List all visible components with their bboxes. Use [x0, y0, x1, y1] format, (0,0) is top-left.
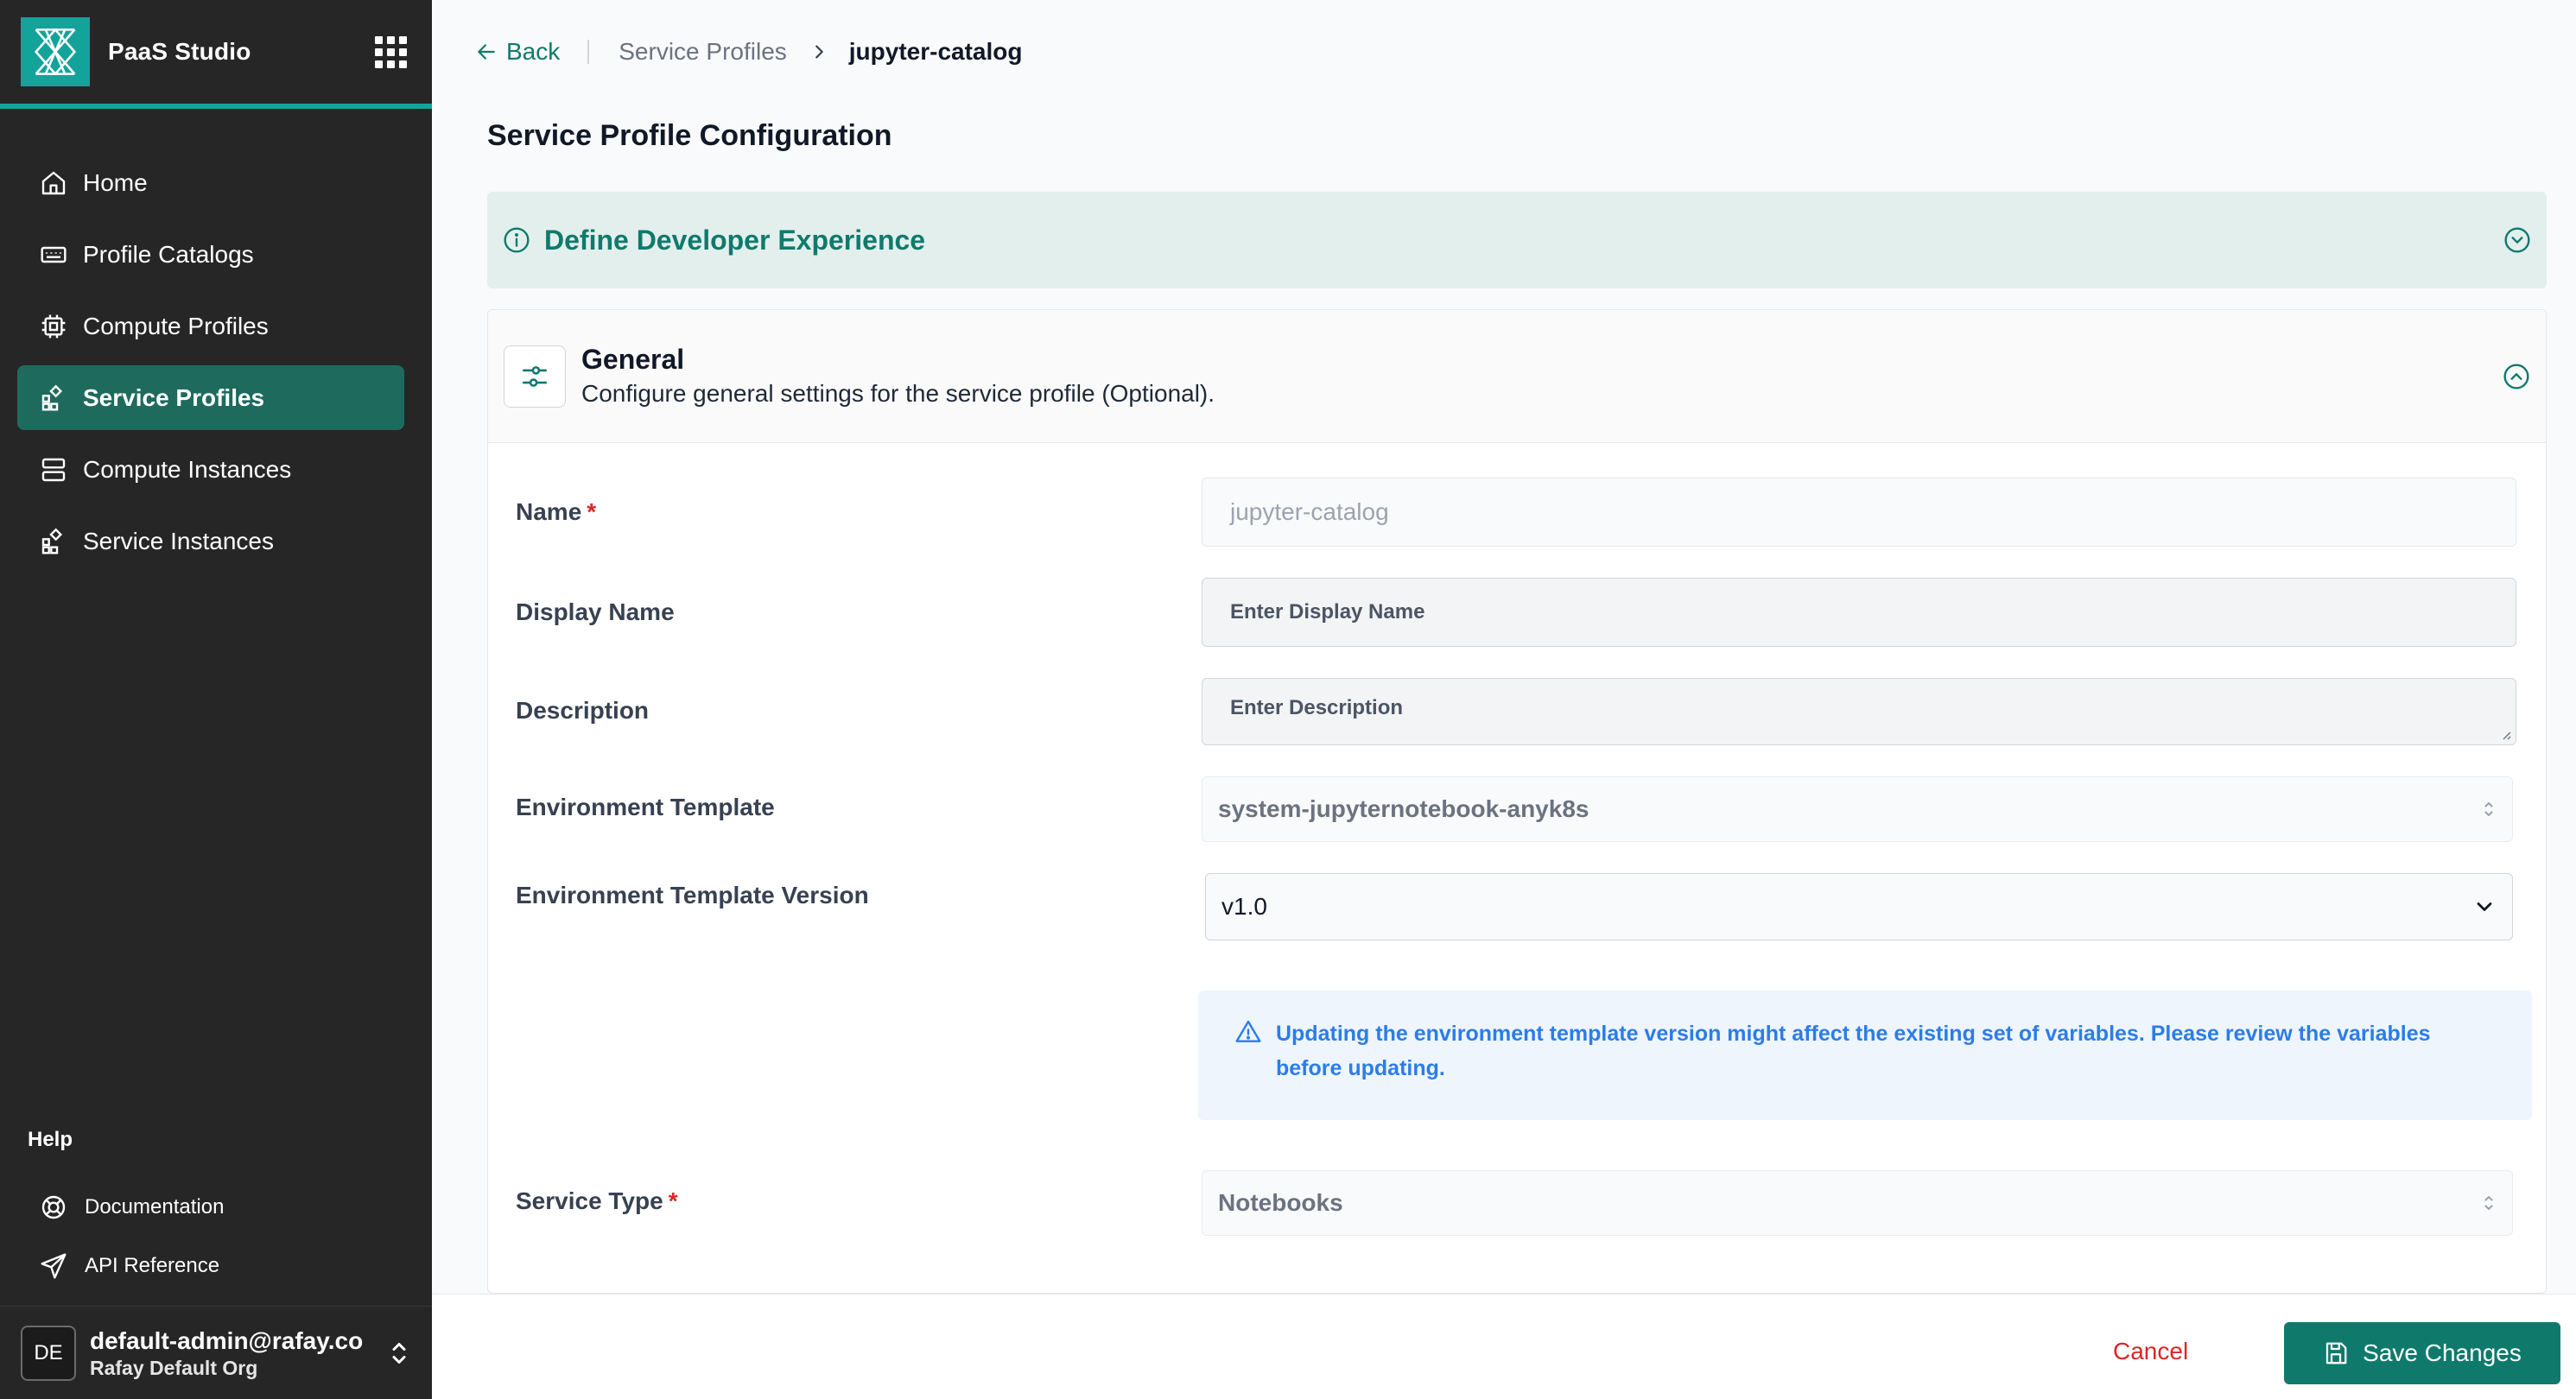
help-item-label: Documentation — [85, 1195, 225, 1219]
breadcrumb: Back Service Profiles jupyter-catalog — [475, 38, 1022, 66]
sidebar-nav: Home Profile Catalogs Compute Profiles S… — [17, 150, 404, 580]
form-footer: Cancel Save Changes — [432, 1294, 2576, 1399]
sidebar-item-profile-catalogs[interactable]: Profile Catalogs — [17, 222, 404, 287]
send-icon — [41, 1253, 67, 1279]
help-item-label: API Reference — [85, 1254, 220, 1277]
display-name-input[interactable]: Enter Display Name — [1202, 578, 2516, 647]
general-title: General — [581, 343, 685, 375]
sidebar-item-service-profiles[interactable]: Service Profiles — [17, 365, 404, 430]
version-warning-alert: Updating the environment template versio… — [1198, 991, 2532, 1120]
display-name-label: Display Name — [516, 598, 675, 625]
environment-template-version-label: Environment Template Version — [516, 882, 869, 908]
environment-template-version-select[interactable]: v1.0 — [1205, 873, 2513, 940]
general-section: General Configure general settings for t… — [487, 309, 2547, 1294]
catalog-icon — [41, 246, 67, 263]
arrow-left-icon — [478, 44, 495, 60]
back-link[interactable]: Back — [475, 38, 560, 66]
name-field: jupyter-catalog — [1202, 478, 2516, 547]
chevron-up-circle-icon[interactable] — [2503, 363, 2530, 390]
service-type-label-text: Service Type — [516, 1187, 663, 1214]
page-title: Service Profile Configuration — [487, 119, 892, 152]
environment-template-value: system-jupyternotebook-anyk8s — [1218, 795, 1589, 822]
description-placeholder: Enter Description — [1230, 696, 1404, 719]
sidebar-item-label: Compute Profiles — [83, 312, 269, 339]
chevron-up-down-icon — [392, 1342, 406, 1364]
breadcrumb-parent-link[interactable]: Service Profiles — [619, 38, 787, 66]
service-type-value: Notebooks — [1218, 1189, 1343, 1216]
sidebar-item-label: Compute Instances — [83, 455, 292, 483]
user-info: default-admin@rafay.co Rafay Default Org — [90, 1326, 363, 1380]
sidebar-item-compute-instances[interactable]: Compute Instances — [17, 437, 404, 502]
environment-template-label: Environment Template — [516, 794, 775, 820]
user-org: Rafay Default Org — [90, 1356, 258, 1379]
resize-handle-icon[interactable] — [2498, 727, 2512, 741]
chevron-up-down-icon — [2484, 1195, 2493, 1211]
version-warning-text: Updating the environment template versio… — [1276, 1022, 2431, 1080]
main-content: Back Service Profiles jupyter-catalog Se… — [432, 0, 2576, 1399]
sidebar-item-home[interactable]: Home — [17, 150, 404, 215]
brand-header: PaaS Studio — [0, 0, 432, 109]
save-changes-label: Save Changes — [2363, 1339, 2522, 1366]
general-section-header: General Configure general settings for t… — [488, 310, 2546, 443]
sidebar-item-label: Service Profiles — [83, 383, 265, 411]
developer-experience-panel[interactable]: Define Developer Experience — [487, 192, 2547, 288]
cancel-button[interactable]: Cancel — [2113, 1338, 2188, 1365]
sidebar: PaaS Studio Home Profile Catalogs Comput… — [0, 0, 432, 1399]
breadcrumb-current: jupyter-catalog — [848, 38, 1023, 65]
rafay-logo-icon[interactable] — [21, 17, 90, 86]
sidebar-item-label: Service Instances — [83, 527, 274, 554]
developer-experience-label: Define Developer Experience — [544, 224, 926, 256]
user-menu[interactable]: DE default-admin@rafay.co Rafay Default … — [0, 1306, 432, 1399]
save-changes-button[interactable]: Save Changes — [2284, 1322, 2560, 1384]
sidebar-item-label: Profile Catalogs — [83, 240, 254, 268]
service-type-label: Service Type * — [516, 1187, 678, 1215]
warning-triangle-icon — [1235, 1020, 1261, 1042]
user-email: default-admin@rafay.co — [90, 1326, 364, 1354]
general-subtitle: Configure general settings for the servi… — [581, 379, 1215, 407]
chevron-down-icon — [2477, 902, 2492, 911]
server-icon — [41, 458, 66, 481]
service-type-select: Notebooks — [1202, 1170, 2513, 1236]
required-marker: * — [668, 1187, 678, 1214]
app-name: PaaS Studio — [108, 38, 251, 65]
sliders-icon — [504, 345, 566, 408]
chip-icon — [41, 314, 66, 338]
name-label: Name * — [516, 498, 596, 526]
chevron-down-circle-icon[interactable] — [2503, 226, 2531, 254]
avatar: DE — [21, 1325, 76, 1381]
help-section: Help Documentation API Reference — [28, 1128, 408, 1295]
sidebar-item-service-instances[interactable]: Service Instances — [17, 509, 404, 573]
required-marker: * — [587, 498, 597, 525]
environment-template-version-value: v1.0 — [1221, 893, 1267, 920]
home-icon — [41, 171, 66, 194]
description-textarea[interactable]: Enter Description — [1202, 678, 2516, 745]
info-icon — [504, 227, 530, 253]
sidebar-item-label: Home — [83, 168, 148, 196]
description-label: Description — [516, 697, 650, 724]
lifebuoy-icon — [41, 1195, 66, 1219]
app-grid-icon[interactable] — [373, 35, 408, 69]
name-label-text: Name — [516, 498, 582, 525]
help-title: Help — [28, 1128, 73, 1151]
save-icon — [2326, 1342, 2347, 1364]
chevron-right-icon — [815, 45, 823, 59]
help-item-documentation[interactable]: Documentation — [28, 1178, 408, 1237]
help-item-api-reference[interactable]: API Reference — [28, 1237, 408, 1295]
sidebar-item-compute-profiles[interactable]: Compute Profiles — [17, 294, 404, 358]
widgets-icon — [41, 528, 63, 554]
breadcrumb-divider — [587, 40, 590, 64]
widgets-icon — [41, 384, 63, 411]
environment-template-select: system-jupyternotebook-anyk8s — [1202, 776, 2513, 842]
chevron-up-down-icon — [2484, 801, 2493, 817]
back-label: Back — [506, 38, 561, 65]
